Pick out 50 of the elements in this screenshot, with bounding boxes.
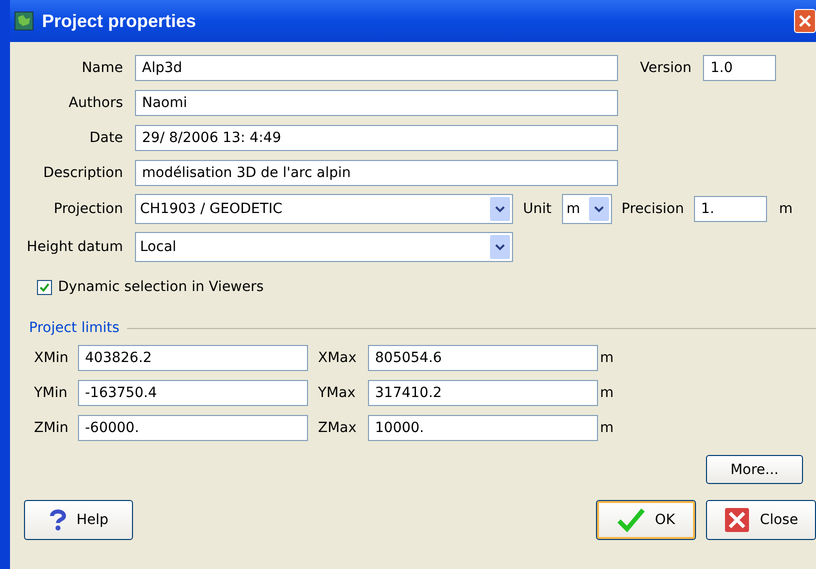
- field-label: Height datum: [26, 239, 123, 255]
- field-label: YMin: [34, 384, 68, 400]
- close-icon: [724, 507, 750, 533]
- field-label: Projection: [52, 201, 123, 217]
- field-label: Unit: [523, 201, 552, 217]
- checkbox-label: Dynamic selection in Viewers: [58, 279, 264, 295]
- more-button[interactable]: More...: [706, 455, 803, 484]
- version-field[interactable]: 1.0: [703, 54, 776, 80]
- close-icon[interactable]: [794, 9, 816, 33]
- unit-label: m: [600, 350, 614, 366]
- min-field[interactable]: -60000.: [78, 414, 308, 440]
- unit-label: m: [778, 201, 793, 217]
- unit-label: m: [600, 384, 614, 400]
- min-field[interactable]: 403826.2: [78, 344, 308, 370]
- field-label: XMin: [34, 350, 70, 366]
- max-field[interactable]: 805054.6: [368, 344, 598, 370]
- name-field[interactable]: Alp3d: [135, 54, 618, 80]
- field-label: XMax: [318, 350, 358, 366]
- help-button[interactable]: Help: [24, 500, 133, 540]
- group-title: Project limits: [29, 320, 120, 336]
- globe-map-icon: [14, 11, 34, 31]
- checkbox[interactable]: [37, 280, 52, 294]
- ok-button[interactable]: OK: [596, 500, 696, 540]
- field-label: Date: [88, 130, 123, 146]
- chevron-down-icon: [594, 206, 604, 212]
- close-button[interactable]: Close: [706, 500, 816, 540]
- chevron-down-icon: [495, 244, 505, 250]
- text-field[interactable]: 29/ 8/2006 13: 4:49: [135, 124, 618, 150]
- min-field[interactable]: -163750.4: [78, 380, 308, 406]
- field-label: Description: [42, 164, 123, 180]
- precision-field[interactable]: 1.: [694, 196, 767, 222]
- height-datum-dropdown[interactable]: Local: [135, 232, 513, 262]
- field-label: Name: [80, 60, 123, 76]
- projection-dropdown[interactable]: CH1903 / GEODETIC: [135, 194, 513, 224]
- unit-dropdown[interactable]: m: [562, 194, 612, 224]
- field-label: Authors: [68, 94, 123, 110]
- field-label: Version: [640, 60, 692, 76]
- field-label: ZMin: [34, 420, 70, 436]
- checkmark-icon: [616, 508, 645, 532]
- window-title: Project properties: [42, 10, 196, 32]
- field-label: Precision: [622, 201, 684, 217]
- field-label: YMax: [318, 384, 356, 400]
- max-field[interactable]: 317410.2: [368, 380, 598, 406]
- question-mark-icon: [48, 509, 67, 531]
- chevron-down-icon: [495, 206, 505, 212]
- text-field[interactable]: Naomi: [135, 90, 618, 116]
- unit-label: m: [600, 420, 614, 436]
- text-field[interactable]: modélisation 3D de l'arc alpin: [135, 160, 618, 186]
- field-label: ZMax: [318, 420, 358, 436]
- max-field[interactable]: 10000.: [368, 414, 598, 440]
